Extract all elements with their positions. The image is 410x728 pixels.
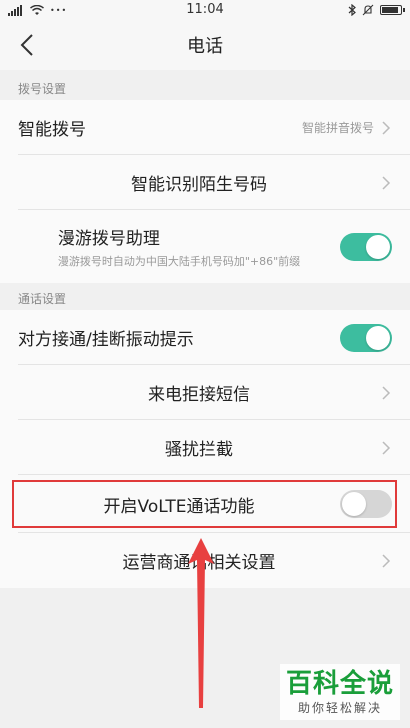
battery-icon (380, 5, 405, 15)
status-bar: ••• 11:04 (0, 0, 410, 20)
back-button[interactable] (12, 30, 42, 60)
row-label: 骚扰拦截 (165, 440, 233, 460)
signal-icon (8, 4, 22, 16)
mute-bell-icon (362, 4, 374, 16)
row-value: 智能拼音拨号 (301, 121, 374, 135)
chevron-right-icon (382, 385, 391, 400)
wifi-icon (30, 4, 44, 15)
row-label: 智能拨号 (18, 120, 86, 140)
row-label: 来电拒接短信 (148, 385, 250, 405)
vibrate-hint-toggle[interactable] (340, 323, 392, 352)
roaming-assistant-toggle[interactable] (340, 232, 392, 261)
page-title: 电话 (187, 36, 223, 57)
chevron-right-icon (382, 553, 391, 568)
row-label: 对方接通/挂断振动提示 (18, 330, 194, 350)
chevron-right-icon (382, 440, 391, 455)
status-left: ••• (8, 4, 68, 16)
watermark-logo: 百科全说 助你轻松解决 (280, 664, 400, 720)
status-right (348, 4, 405, 16)
row-smart-dial[interactable]: 智能拨号 智能拼音拨号 (0, 100, 410, 155)
watermark-title: 百科全说 (285, 668, 394, 699)
chevron-right-icon (382, 120, 391, 135)
row-description: 漫游拨号时自动为中国大陆手机号码加"+86"前缀 (57, 255, 301, 268)
row-label: 漫游拨号助理 (57, 229, 160, 249)
section-header-call: 通话设置 (0, 283, 410, 313)
volte-toggle[interactable] (340, 490, 392, 518)
row-identify-stranger[interactable]: 智能识别陌生号码 (0, 155, 410, 210)
row-volte: 开启VoLTE通话功能 (0, 475, 410, 533)
nav-bar: 电话 (0, 20, 410, 70)
chevron-right-icon (382, 175, 391, 190)
row-roaming-assistant: 漫游拨号助理 漫游拨号时自动为中国大陆手机号码加"+86"前缀 (0, 210, 410, 283)
row-harassment-block[interactable]: 骚扰拦截 (0, 420, 410, 475)
more-dots: ••• (50, 5, 68, 15)
row-reject-sms[interactable]: 来电拒接短信 (0, 365, 410, 420)
bluetooth-icon (348, 4, 356, 16)
red-arrow-icon (188, 538, 214, 708)
row-label: 开启VoLTE通话功能 (103, 496, 255, 517)
watermark-subtitle: 助你轻松解决 (297, 700, 382, 715)
back-arrow-icon (20, 34, 33, 56)
row-vibrate-hint: 对方接通/挂断振动提示 (0, 310, 410, 365)
row-label: 智能识别陌生号码 (131, 175, 267, 195)
section-header-dial: 拨号设置 (0, 73, 410, 103)
